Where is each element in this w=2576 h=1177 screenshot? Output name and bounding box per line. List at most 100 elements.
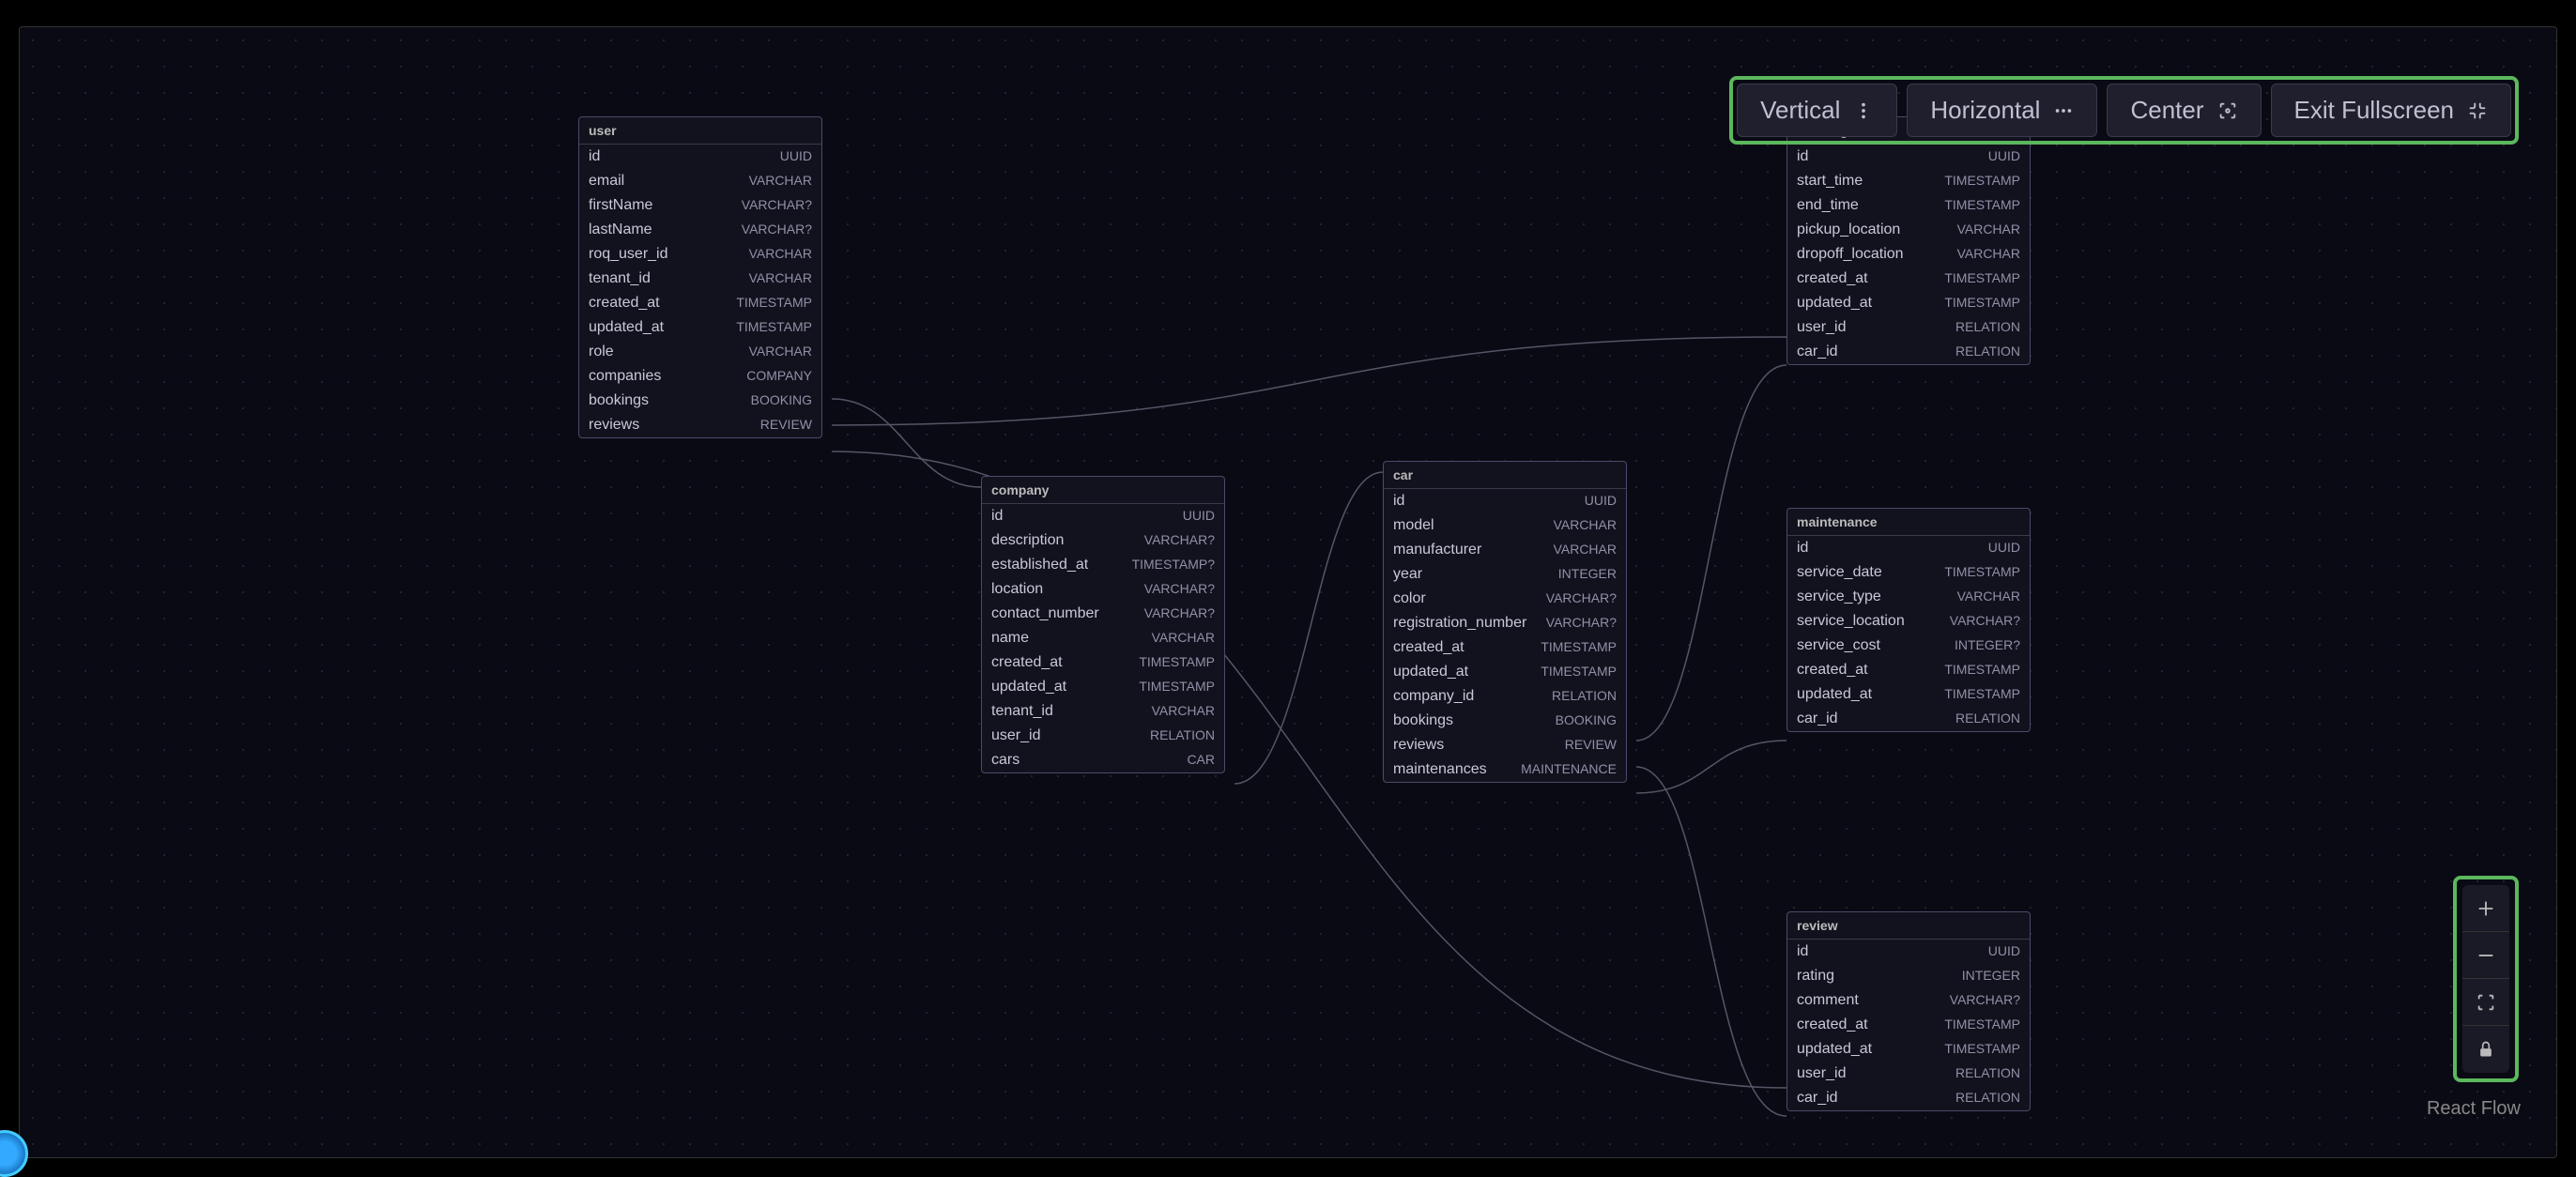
- field-row[interactable]: updated_atTIMESTAMP: [1384, 660, 1626, 684]
- field-type: UUID: [1183, 508, 1215, 525]
- field-type: BOOKING: [1556, 712, 1617, 729]
- field-row[interactable]: idUUID: [579, 145, 821, 169]
- field-row[interactable]: car_idRELATION: [1787, 340, 2030, 364]
- field-row[interactable]: reviewsREVIEW: [1384, 733, 1626, 757]
- exit-fullscreen-label: Exit Fullscreen: [2294, 96, 2455, 125]
- entity-maintenance[interactable]: maintenanceidUUIDservice_dateTIMESTAMPse…: [1786, 508, 2031, 732]
- field-name: created_at: [1797, 662, 1868, 679]
- zoom-out-button[interactable]: [2462, 932, 2509, 979]
- entity-car[interactable]: caridUUIDmodelVARCHARmanufacturerVARCHAR…: [1383, 461, 1627, 783]
- entity-review[interactable]: reviewidUUIDratingINTEGERcommentVARCHAR?…: [1786, 911, 2031, 1111]
- field-row[interactable]: user_idRELATION: [1787, 315, 2030, 340]
- field-row[interactable]: pickup_locationVARCHAR: [1787, 218, 2030, 242]
- exit-fullscreen-button[interactable]: Exit Fullscreen: [2271, 84, 2512, 137]
- field-row[interactable]: firstNameVARCHAR?: [579, 193, 821, 218]
- field-row[interactable]: ratingINTEGER: [1787, 964, 2030, 988]
- field-row[interactable]: roleVARCHAR: [579, 340, 821, 364]
- field-row[interactable]: car_idRELATION: [1787, 1086, 2030, 1110]
- field-row[interactable]: yearINTEGER: [1384, 562, 1626, 587]
- field-name: email: [589, 173, 624, 190]
- entity-user[interactable]: useridUUIDemailVARCHARfirstNameVARCHAR?l…: [578, 116, 822, 438]
- field-row[interactable]: idUUID: [1787, 536, 2030, 560]
- field-row[interactable]: start_timeTIMESTAMP: [1787, 169, 2030, 193]
- field-row[interactable]: created_atTIMESTAMP: [1787, 1013, 2030, 1037]
- diagram-canvas[interactable]: Vertical Horizontal Center Exit Fullscre…: [19, 26, 2557, 1158]
- field-type: TIMESTAMP: [1944, 564, 2020, 581]
- field-type: UUID: [1988, 943, 2020, 960]
- field-type: RELATION: [1955, 711, 2020, 727]
- field-row[interactable]: updated_atTIMESTAMP: [579, 315, 821, 340]
- field-row[interactable]: descriptionVARCHAR?: [982, 528, 1224, 553]
- field-row[interactable]: created_at TIMESTAMP: [1787, 267, 2030, 291]
- entity-title: company: [982, 477, 1224, 504]
- field-row[interactable]: idUUID: [982, 504, 1224, 528]
- field-row[interactable]: created_atTIMESTAMP: [1384, 635, 1626, 660]
- field-row[interactable]: end_timeTIMESTAMP: [1787, 193, 2030, 218]
- field-name: start_time: [1797, 173, 1863, 190]
- field-row[interactable]: updated_atTIMESTAMP: [1787, 1037, 2030, 1062]
- field-name: created_at: [1797, 270, 1868, 287]
- field-type: TIMESTAMP: [1944, 270, 2020, 287]
- field-row[interactable]: created_atTIMESTAMP: [982, 650, 1224, 675]
- field-row[interactable]: dropoff_locationVARCHAR: [1787, 242, 2030, 267]
- field-row[interactable]: created_atTIMESTAMP: [1787, 658, 2030, 682]
- field-row[interactable]: locationVARCHAR?: [982, 577, 1224, 602]
- field-row[interactable]: contact_numberVARCHAR?: [982, 602, 1224, 626]
- field-row[interactable]: registration_numberVARCHAR?: [1384, 611, 1626, 635]
- field-type: CAR: [1187, 752, 1215, 769]
- field-row[interactable]: bookingsBOOKING: [1384, 709, 1626, 733]
- field-row[interactable]: car_idRELATION: [1787, 707, 2030, 731]
- field-row[interactable]: updated_atTIMESTAMP: [1787, 291, 2030, 315]
- field-row[interactable]: tenant_idVARCHAR: [982, 699, 1224, 724]
- field-row[interactable]: emailVARCHAR: [579, 169, 821, 193]
- field-name: updated_at: [589, 319, 664, 336]
- field-row[interactable]: bookingsBOOKING: [579, 389, 821, 413]
- field-row[interactable]: companiesCOMPANY: [579, 364, 821, 389]
- field-name: rating: [1797, 968, 1834, 985]
- entity-company[interactable]: companyidUUIDdescriptionVARCHAR?establis…: [981, 476, 1225, 773]
- layout-vertical-button[interactable]: Vertical: [1737, 84, 1897, 137]
- field-row[interactable]: colorVARCHAR?: [1384, 587, 1626, 611]
- field-type: TIMESTAMP: [1139, 654, 1215, 671]
- field-name: registration_number: [1393, 615, 1526, 632]
- field-name: firstName: [589, 197, 652, 214]
- field-row[interactable]: company_idRELATION: [1384, 684, 1626, 709]
- entity-booking[interactable]: bookingidUUIDstart_timeTIMESTAMPend_time…: [1786, 116, 2031, 365]
- field-row[interactable]: service_typeVARCHAR: [1787, 585, 2030, 609]
- field-type: VARCHAR: [1957, 222, 2020, 238]
- fit-view-button[interactable]: [2462, 979, 2509, 1026]
- field-row[interactable]: idUUID: [1787, 145, 2030, 169]
- field-row[interactable]: tenant_idVARCHAR: [579, 267, 821, 291]
- zoom-in-button[interactable]: [2462, 885, 2509, 932]
- field-name: service_cost: [1797, 637, 1880, 654]
- field-row[interactable]: lastNameVARCHAR?: [579, 218, 821, 242]
- field-row[interactable]: created_atTIMESTAMP: [579, 291, 821, 315]
- lock-button[interactable]: [2462, 1026, 2509, 1073]
- field-name: car_id: [1797, 1090, 1838, 1107]
- toolbar: Vertical Horizontal Center Exit Fullscre…: [1729, 76, 2519, 145]
- field-row[interactable]: updated_atTIMESTAMP: [982, 675, 1224, 699]
- field-name: id: [589, 148, 600, 165]
- field-name: name: [991, 630, 1029, 647]
- field-row[interactable]: idUUID: [1787, 940, 2030, 964]
- field-row[interactable]: carsCAR: [982, 748, 1224, 772]
- field-row[interactable]: roq_user_idVARCHAR: [579, 242, 821, 267]
- field-row[interactable]: service_locationVARCHAR?: [1787, 609, 2030, 634]
- field-row[interactable]: service_costINTEGER?: [1787, 634, 2030, 658]
- center-button[interactable]: Center: [2107, 84, 2261, 137]
- layout-horizontal-button[interactable]: Horizontal: [1907, 84, 2097, 137]
- field-row[interactable]: manufacturerVARCHAR: [1384, 538, 1626, 562]
- field-row[interactable]: established_atTIMESTAMP?: [982, 553, 1224, 577]
- field-row[interactable]: reviewsREVIEW: [579, 413, 821, 437]
- field-row[interactable]: commentVARCHAR?: [1787, 988, 2030, 1013]
- field-row[interactable]: modelVARCHAR: [1384, 513, 1626, 538]
- field-row[interactable]: nameVARCHAR: [982, 626, 1224, 650]
- field-row[interactable]: user_idRELATION: [1787, 1062, 2030, 1086]
- field-row[interactable]: service_dateTIMESTAMP: [1787, 560, 2030, 585]
- field-row[interactable]: maintenancesMAINTENANCE: [1384, 757, 1626, 782]
- field-row[interactable]: updated_atTIMESTAMP: [1787, 682, 2030, 707]
- field-row[interactable]: idUUID: [1384, 489, 1626, 513]
- field-row[interactable]: user_idRELATION: [982, 724, 1224, 748]
- field-type: VARCHAR?: [742, 222, 812, 238]
- field-type: TIMESTAMP: [1139, 679, 1215, 696]
